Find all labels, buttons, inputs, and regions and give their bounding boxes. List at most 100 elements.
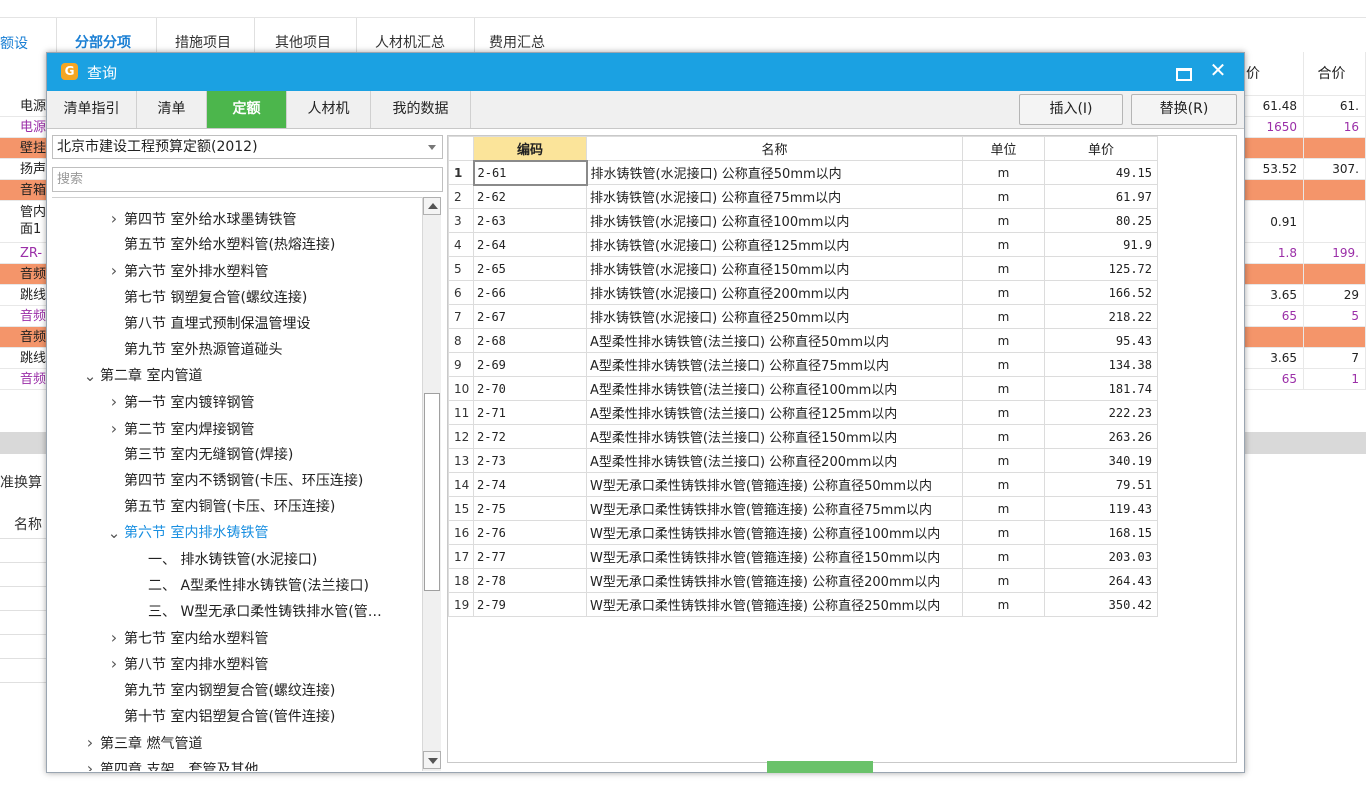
table-row[interactable]: 13 2-73 A型柔性排水铸铁管(法兰接口) 公称直径200mm以内 m 340.19 <box>448 448 1158 473</box>
bg-cell-total[interactable]: 16 <box>1304 117 1366 138</box>
cell-unit[interactable]: m <box>962 184 1045 209</box>
bg-row-name[interactable]: 音箱 <box>0 180 46 201</box>
chevron-right-icon[interactable]: › <box>104 416 124 442</box>
bg-cell-price[interactable]: 3.65 <box>1244 348 1304 369</box>
tree-node[interactable]: ⌄ 第二章 室内管道 <box>80 363 203 389</box>
scroll-down-icon[interactable] <box>423 751 441 769</box>
chevron-right-icon[interactable]: › <box>104 625 124 651</box>
chevron-right-icon[interactable]: › <box>80 730 100 756</box>
table-row[interactable]: 14 2-74 W型无承口柔性铸铁排水管(管箍连接) 公称直径50mm以内 m 79.5… <box>448 472 1158 497</box>
tree-node[interactable]: 第八节 直埋式预制保温管埋设 <box>104 311 310 337</box>
cell-name[interactable]: W型无承口柔性铸铁排水管(管箍连接) 公称直径75mm以内 <box>586 496 963 521</box>
bg-row-name[interactable]: 扬声 <box>0 159 46 180</box>
bg-cell-total[interactable]: 1 <box>1304 369 1366 390</box>
cell-price[interactable]: 61.97 <box>1044 184 1158 209</box>
tree-node[interactable]: › 第三章 燃气管道 <box>80 730 203 756</box>
bg-cell-total[interactable]: 199. <box>1304 243 1366 264</box>
cell-code[interactable]: 2-77 <box>473 544 587 569</box>
bg-cell-price[interactable]: 61.48 <box>1244 96 1304 117</box>
tree-node[interactable]: 第十节 室内铝塑复合管(管件连接) <box>104 704 335 730</box>
bg-row-name[interactable]: 跳线 <box>0 285 46 306</box>
cell-price[interactable]: 166.52 <box>1044 280 1158 305</box>
tree-node[interactable]: 第四节 室内不锈钢管(卡压、环压连接) <box>104 468 363 494</box>
scroll-thumb[interactable] <box>424 393 440 591</box>
cell-price[interactable]: 222.23 <box>1044 400 1158 425</box>
cell-name[interactable]: 排水铸铁管(水泥接口) 公称直径200mm以内 <box>586 280 963 305</box>
cell-unit[interactable]: m <box>962 472 1045 497</box>
maximize-icon[interactable] <box>1173 61 1193 81</box>
cell-code[interactable]: 2-75 <box>473 496 587 521</box>
tab-bill[interactable]: 清单 <box>137 91 207 128</box>
table-row[interactable]: 18 2-78 W型无承口柔性铸铁排水管(管箍连接) 公称直径200mm以内 m 264… <box>448 568 1158 593</box>
replace-button[interactable]: 替换(R) <box>1131 94 1237 125</box>
chevron-right-icon[interactable]: › <box>104 258 124 284</box>
tree-node[interactable]: 第七节 钢塑复合管(螺纹连接) <box>104 285 307 311</box>
bg-cell-price[interactable] <box>1244 180 1304 201</box>
cell-unit[interactable]: m <box>962 376 1045 401</box>
cell-code[interactable]: 2-65 <box>473 256 587 281</box>
table-row[interactable]: 11 2-71 A型柔性排水铸铁管(法兰接口) 公称直径125mm以内 m 222.23 <box>448 400 1158 425</box>
cell-name[interactable]: 排水铸铁管(水泥接口) 公称直径75mm以内 <box>586 184 963 209</box>
cell-name[interactable]: 排水铸铁管(水泥接口) 公称直径50mm以内 <box>586 160 963 185</box>
tab-other-items[interactable]: 其他项目 <box>254 18 356 52</box>
tree-node[interactable]: › 第四章 支架、套管及其他 <box>80 756 259 771</box>
bg-cell-total[interactable]: 307. <box>1304 159 1366 180</box>
bg-cell-price[interactable]: 65 <box>1244 306 1304 327</box>
cell-name[interactable]: W型无承口柔性铸铁排水管(管箍连接) 公称直径150mm以内 <box>586 544 963 569</box>
chevron-right-icon[interactable]: › <box>104 651 124 677</box>
bg-row-name[interactable]: ZR- <box>0 243 46 264</box>
tree-node[interactable]: › 第一节 室内镀锌钢管 <box>104 389 255 415</box>
table-row[interactable]: 1 2-61 排水铸铁管(水泥接口) 公称直径50mm以内 m 49.15 <box>448 159 1158 186</box>
cell-price[interactable]: 125.72 <box>1044 256 1158 281</box>
tree-node[interactable]: ⌄ 第六节 室内排水铸铁管 <box>104 520 269 546</box>
cell-code[interactable]: 2-70 <box>473 376 587 401</box>
bg-cell-price[interactable] <box>1244 138 1304 159</box>
scroll-up-icon[interactable] <box>423 197 441 215</box>
cell-name[interactable]: W型无承口柔性铸铁排水管(管箍连接) 公称直径50mm以内 <box>586 472 963 497</box>
cell-unit[interactable]: m <box>962 592 1045 617</box>
table-row[interactable]: 15 2-75 W型无承口柔性铸铁排水管(管箍连接) 公称直径75mm以内 m 119.… <box>448 496 1158 521</box>
tree-node[interactable]: › 第七节 室内给水塑料管 <box>104 625 269 651</box>
tab-sections[interactable]: 分部分项 <box>56 18 156 52</box>
table-row[interactable]: 2 2-62 排水铸铁管(水泥接口) 公称直径75mm以内 m 61.97 <box>448 184 1158 209</box>
tree-node[interactable]: 第五节 室内铜管(卡压、环压连接) <box>104 494 335 520</box>
col-header-price[interactable]: 单价 <box>1044 136 1158 161</box>
table-row[interactable]: 3 2-63 排水铸铁管(水泥接口) 公称直径100mm以内 m 80.25 <box>448 208 1158 233</box>
cell-price[interactable]: 134.38 <box>1044 352 1158 377</box>
cell-unit[interactable]: m <box>962 544 1045 569</box>
cell-price[interactable]: 91.9 <box>1044 232 1158 257</box>
cell-name[interactable]: A型柔性排水铸铁管(法兰接口) 公称直径100mm以内 <box>586 376 963 401</box>
cell-code[interactable]: 2-72 <box>473 424 587 449</box>
cell-name[interactable]: 排水铸铁管(水泥接口) 公称直径125mm以内 <box>586 232 963 257</box>
chevron-right-icon[interactable]: › <box>80 756 100 771</box>
bg-cell-total[interactable] <box>1304 180 1366 201</box>
panel-resize-handle[interactable] <box>767 761 873 773</box>
cell-unit[interactable]: m <box>962 520 1045 545</box>
bg-row-name[interactable]: 音频 <box>0 369 46 390</box>
cell-code[interactable]: 2-73 <box>473 448 587 473</box>
tree-node[interactable]: 第九节 室外热源管道碰头 <box>104 337 282 363</box>
tab-labor-material[interactable]: 人材机 <box>287 91 371 128</box>
bg-cell-total[interactable] <box>1304 201 1366 243</box>
cell-price[interactable]: 181.74 <box>1044 376 1158 401</box>
bg-row-name[interactable]: 电源 <box>0 96 46 117</box>
bg-cell-total[interactable]: 7 <box>1304 348 1366 369</box>
col-header-name[interactable]: 名称 <box>586 136 963 161</box>
cell-unit[interactable]: m <box>962 448 1045 473</box>
tree-node[interactable]: 第五节 室外给水塑料管(热熔连接) <box>104 232 335 258</box>
cell-code[interactable]: 2-79 <box>473 592 587 617</box>
bg-row-name[interactable]: 音频 <box>0 306 46 327</box>
tree-node[interactable]: › 第八节 室内排水塑料管 <box>104 651 269 677</box>
table-row[interactable]: 5 2-65 排水铸铁管(水泥接口) 公称直径150mm以内 m 125.72 <box>448 256 1158 281</box>
bg-cell-total[interactable]: 29 <box>1304 285 1366 306</box>
bg-cell-total[interactable] <box>1304 327 1366 348</box>
tree-node[interactable]: 三、 W型无承口柔性铸铁排水管(管… <box>128 599 382 625</box>
quota-book-select[interactable]: 北京市建设工程预算定额(2012) <box>52 135 443 159</box>
cell-price[interactable]: 350.42 <box>1044 592 1158 617</box>
cell-name[interactable]: 排水铸铁管(水泥接口) 公称直径250mm以内 <box>586 304 963 329</box>
cell-name[interactable]: 排水铸铁管(水泥接口) 公称直径100mm以内 <box>586 208 963 233</box>
cell-code[interactable]: 2-67 <box>473 304 587 329</box>
tab-bill-guide[interactable]: 清单指引 <box>47 91 137 128</box>
cell-code[interactable]: 2-74 <box>473 472 587 497</box>
chevron-right-icon[interactable]: › <box>104 389 124 415</box>
